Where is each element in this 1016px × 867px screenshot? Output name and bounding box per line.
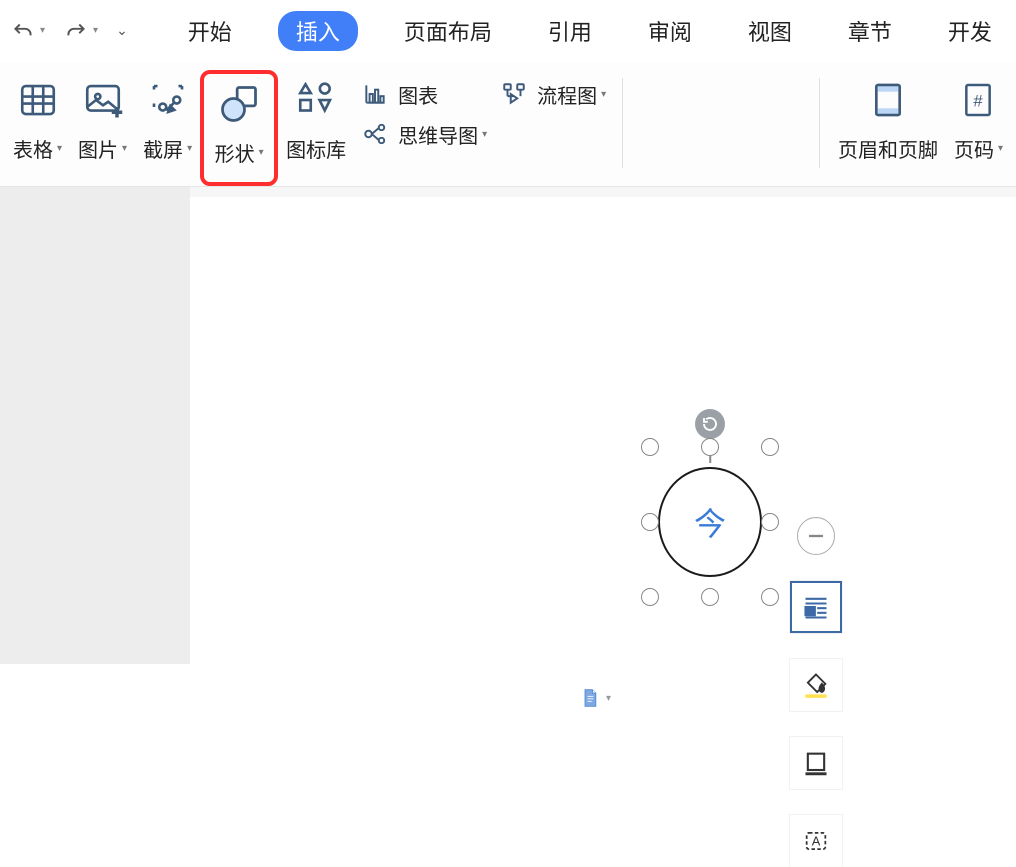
mindmap-icon: [362, 121, 388, 147]
undo-icon: [10, 18, 36, 44]
dropdown-caret-icon: ▾: [93, 25, 98, 36]
tab-references[interactable]: 引用: [538, 11, 602, 51]
redo-icon: [63, 18, 89, 44]
tab-review[interactable]: 审阅: [638, 11, 702, 51]
mindmap-label: 思维导图: [398, 120, 478, 149]
tab-view[interactable]: 视图: [738, 11, 802, 51]
shapes-label: 形状: [215, 138, 255, 167]
shape-text-style-button[interactable]: A: [790, 815, 842, 867]
fill-bucket-icon: [802, 671, 830, 699]
screenshot-icon: [147, 79, 189, 121]
dropdown-caret-icon: ▾: [606, 693, 611, 704]
ribbon-tabs: 开始 插入 页面布局 引用 审阅 视图 章节 开发: [178, 11, 1002, 51]
header-footer-label: 页眉和页脚: [838, 134, 938, 163]
resize-handle-br[interactable]: [761, 588, 779, 606]
insert-page-number-button[interactable]: # 页码 ▾: [946, 70, 1011, 186]
insert-picture-button[interactable]: 图片 ▾: [70, 70, 135, 186]
text-wrap-icon: [802, 593, 830, 621]
header-footer-icon: [868, 80, 908, 120]
dropdown-caret-icon: ▾: [998, 143, 1003, 154]
dropdown-caret-icon: ▾: [259, 147, 264, 158]
shape-outline-button[interactable]: [790, 737, 842, 789]
picture-icon: [82, 79, 124, 121]
insert-chart-button[interactable]: 图表: [354, 74, 493, 114]
shape-floating-toolbar: A: [790, 517, 842, 867]
resize-handle-bl[interactable]: [641, 588, 659, 606]
resize-handle-ml[interactable]: [641, 513, 659, 531]
dropdown-caret-icon: ▾: [57, 143, 62, 154]
dropdown-caret-icon: ▾: [122, 143, 127, 154]
shape-text: 今: [694, 499, 726, 545]
insert-shapes-button[interactable]: 形状 ▾: [208, 78, 270, 167]
document-page[interactable]: 今 ▾: [190, 197, 1016, 664]
ellipse-shape[interactable]: 今: [658, 467, 762, 577]
outline-icon: [802, 749, 830, 777]
text-style-icon: A: [802, 827, 830, 855]
insert-mindmap-button[interactable]: 思维导图 ▾: [354, 114, 493, 154]
menu-tabs-bar: ▾ ▾ ⌄ 开始 插入 页面布局 引用 审阅 视图 章节 开发: [0, 0, 1016, 62]
resize-handle-mr[interactable]: [761, 513, 779, 531]
undo-button[interactable]: ▾: [10, 18, 45, 44]
table-label: 表格: [13, 134, 53, 163]
customize-caret-icon: ⌄: [116, 22, 128, 39]
ribbon: 表格 ▾ 图片 ▾ 截屏 ▾ 形状 ▾ 图标库 图表: [0, 62, 1016, 187]
document-area: 今 ▾: [0, 187, 1016, 664]
page-number-icon: #: [958, 80, 998, 120]
document-icon: [580, 687, 600, 709]
iconlib-label: 图标库: [286, 134, 346, 163]
resize-handle-tl[interactable]: [641, 438, 659, 456]
rotate-icon: [701, 415, 719, 433]
tab-start[interactable]: 开始: [178, 11, 242, 51]
quick-access-toolbar: ▾ ▾ ⌄: [10, 18, 128, 44]
dropdown-caret-icon: ▾: [40, 25, 45, 36]
ribbon-separator: [819, 78, 820, 168]
minus-icon: [802, 522, 830, 550]
shapes-highlight-box: 形状 ▾: [200, 70, 278, 186]
tab-insert[interactable]: 插入: [278, 11, 358, 51]
collapse-toolbar-button[interactable]: [797, 517, 835, 555]
chart-icon: [362, 81, 388, 107]
insert-header-footer-button[interactable]: 页眉和页脚: [830, 70, 946, 186]
dropdown-caret-icon: ▾: [601, 89, 606, 100]
resize-handle-bc[interactable]: [701, 588, 719, 606]
layout-options-tag[interactable]: ▾: [580, 687, 611, 709]
ribbon-separator: [622, 78, 623, 168]
page-number-label: 页码: [954, 134, 994, 163]
insert-flowchart-button[interactable]: 流程图 ▾: [493, 74, 612, 114]
selected-shape[interactable]: 今: [650, 447, 770, 597]
insert-iconlib-button[interactable]: 图标库: [278, 70, 354, 186]
redo-button[interactable]: ▾: [63, 18, 98, 44]
insert-table-button[interactable]: 表格 ▾: [5, 70, 70, 186]
tab-page-layout[interactable]: 页面布局: [394, 11, 502, 51]
dropdown-caret-icon: ▾: [187, 143, 192, 154]
left-gutter: [0, 187, 190, 664]
shapes-icon: [217, 82, 261, 126]
shape-fill-button[interactable]: [790, 659, 842, 711]
tab-chapters[interactable]: 章节: [838, 11, 902, 51]
chart-label: 图表: [398, 80, 438, 109]
svg-text:A: A: [812, 834, 821, 849]
iconlib-icon: [295, 79, 337, 121]
resize-handle-tr[interactable]: [761, 438, 779, 456]
flowchart-icon: [501, 81, 527, 107]
dropdown-caret-icon: ▾: [482, 129, 487, 140]
resize-handle-tc[interactable]: [701, 438, 719, 456]
customize-qat-button[interactable]: ⌄: [116, 22, 128, 39]
svg-text:#: #: [974, 92, 984, 111]
insert-screenshot-button[interactable]: 截屏 ▾: [135, 70, 200, 186]
picture-label: 图片: [78, 134, 118, 163]
flowchart-label: 流程图: [537, 80, 597, 109]
screenshot-label: 截屏: [143, 134, 183, 163]
table-icon: [17, 79, 59, 121]
rotate-handle[interactable]: [695, 409, 725, 439]
layout-options-button[interactable]: [790, 581, 842, 633]
tab-developer[interactable]: 开发: [938, 11, 1002, 51]
